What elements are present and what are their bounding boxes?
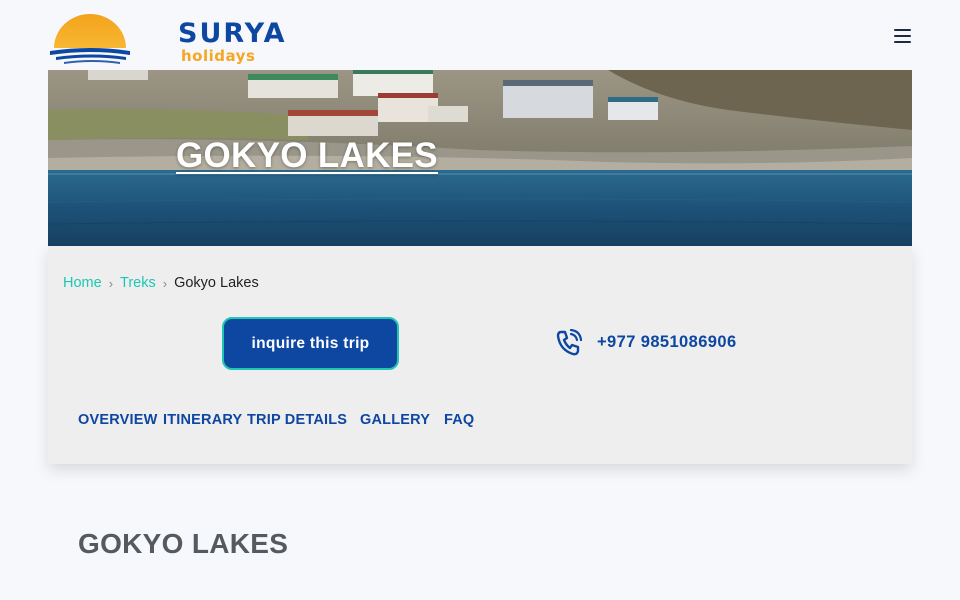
hero-title: GOKYO LAKES: [176, 136, 438, 175]
chevron-right-icon: ›: [162, 275, 168, 291]
tab-itinerary[interactable]: ITINERARY: [163, 412, 242, 428]
brand-tagline: holidays: [181, 47, 256, 65]
chevron-right-icon: ›: [108, 275, 114, 291]
phone-ringing-icon: [556, 329, 582, 356]
brand-logo[interactable]: SURYA holidays: [48, 8, 285, 64]
brand-name: SURYA: [178, 18, 287, 49]
hamburger-menu-icon[interactable]: [892, 26, 914, 44]
page-title: GOKYO LAKES: [78, 528, 289, 559]
tab-gallery[interactable]: GALLERY: [360, 412, 430, 428]
tab-trip-details[interactable]: TRIP DETAILS: [247, 412, 347, 428]
tab-overview[interactable]: OVERVIEW: [78, 412, 158, 428]
hero-banner: GOKYO LAKES: [48, 70, 912, 246]
inquire-trip-button[interactable]: inquire this trip: [222, 317, 399, 370]
phone-number-link[interactable]: +977 9851086906: [597, 333, 737, 352]
trip-info-card: Home › Treks › Gokyo Lakes inquire this …: [48, 246, 912, 464]
tab-faq[interactable]: FAQ: [444, 412, 474, 428]
breadcrumb-current: Gokyo Lakes: [174, 275, 259, 291]
breadcrumb-home-link[interactable]: Home: [63, 275, 102, 291]
breadcrumb: Home › Treks › Gokyo Lakes: [63, 275, 259, 291]
breadcrumb-treks-link[interactable]: Treks: [120, 275, 156, 291]
site-header: SURYA holidays: [0, 0, 960, 70]
